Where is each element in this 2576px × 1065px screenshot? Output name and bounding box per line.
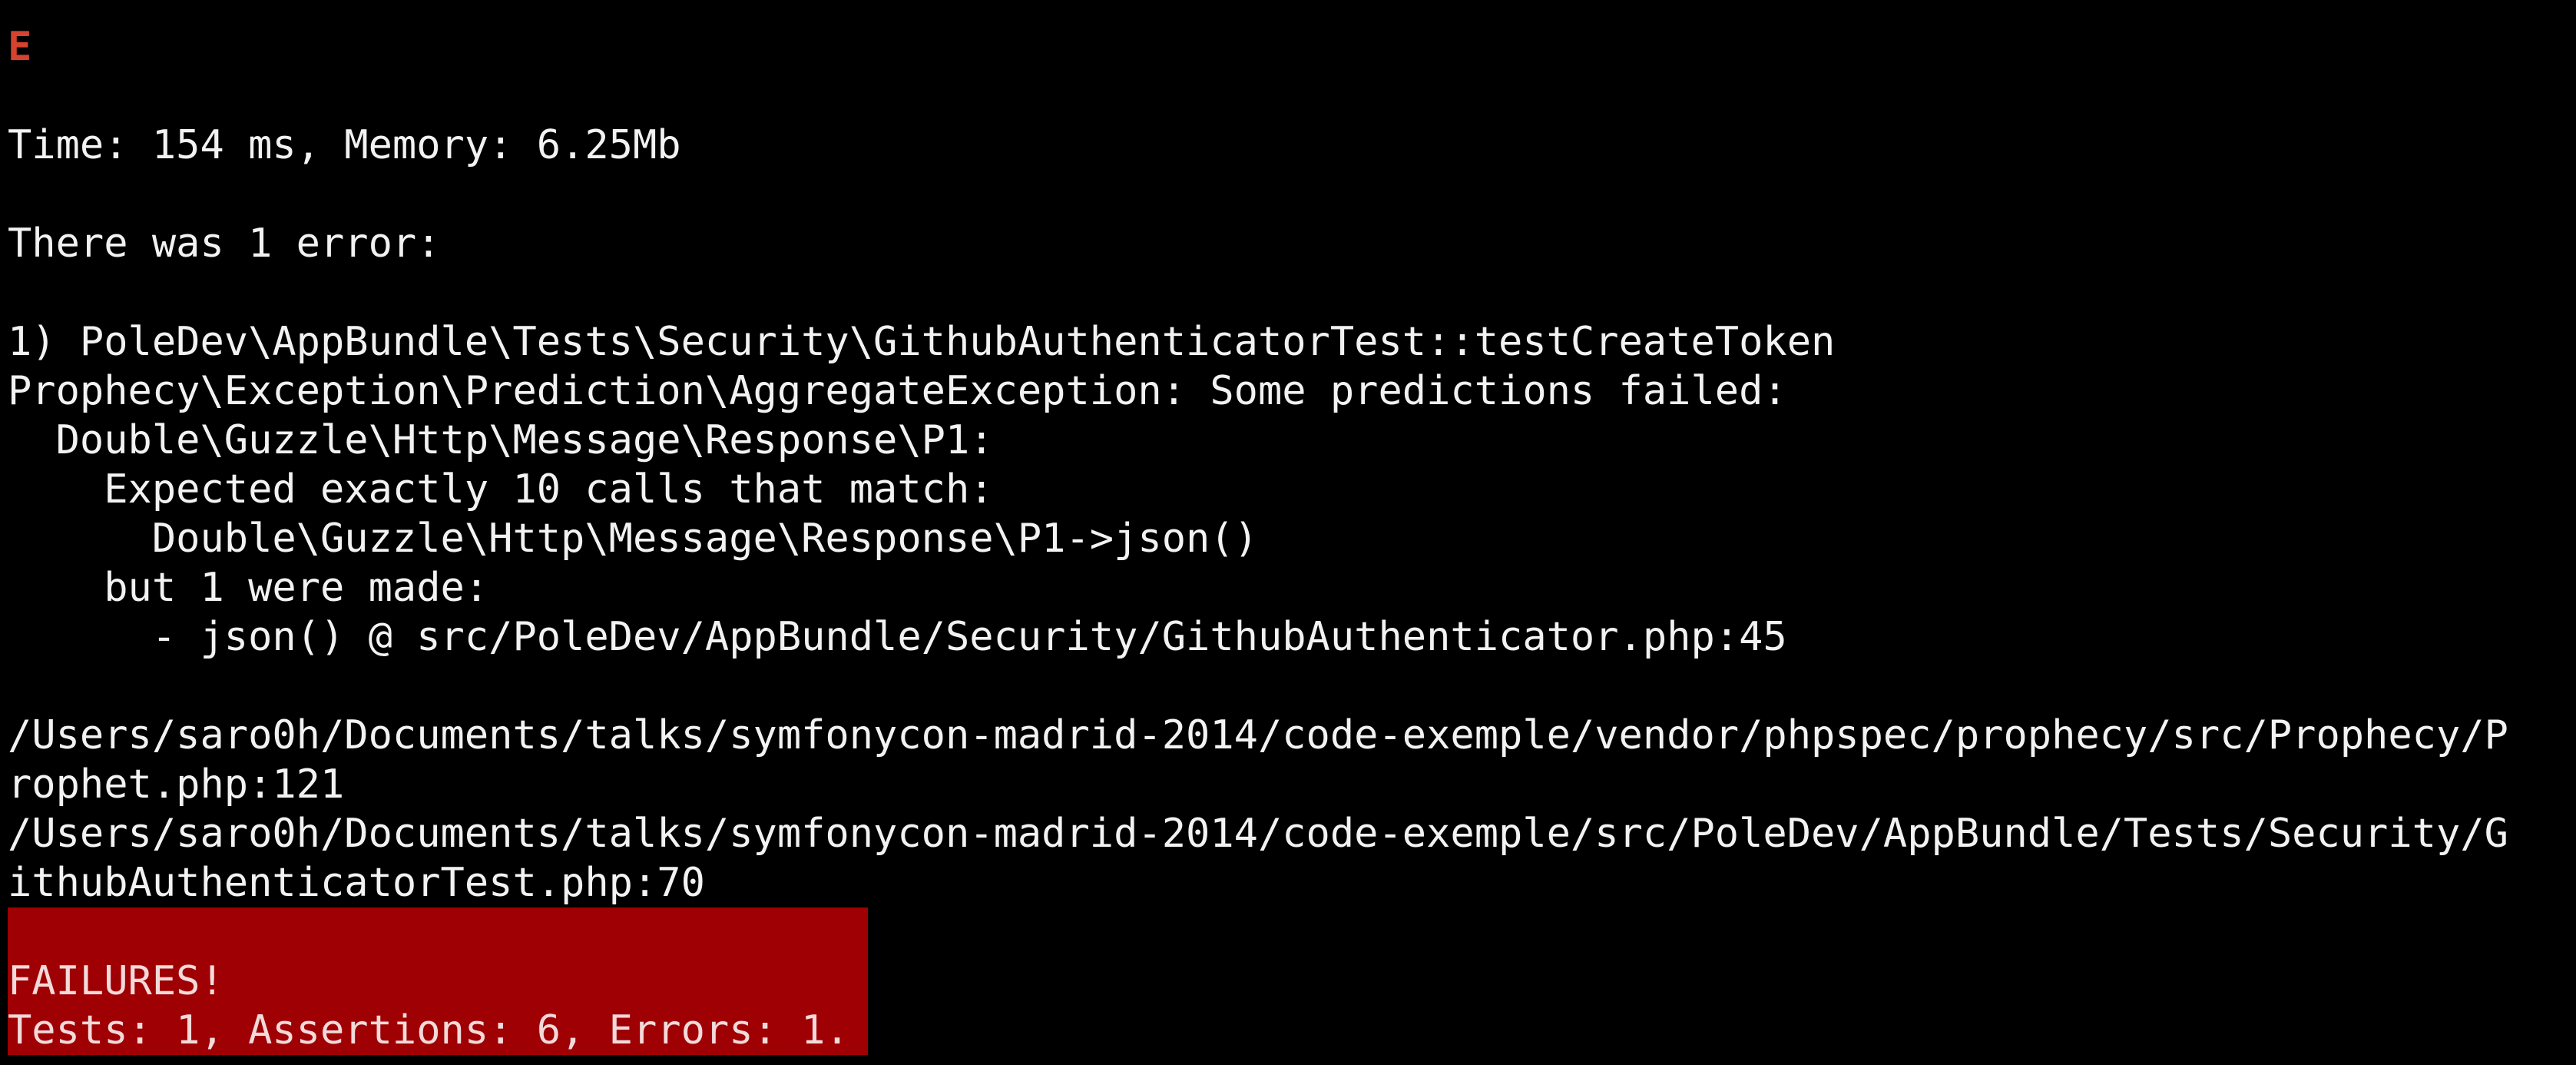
- error-expected: Expected exactly 10 calls that match:: [8, 466, 994, 513]
- timing-line: Time: 154 ms, Memory: 6.25Mb: [8, 122, 681, 168]
- trace-line: /Users/saro0h/Documents/talks/symfonycon…: [8, 712, 2508, 758]
- error-made-call: - json() @ src/PoleDev/AppBundle/Securit…: [8, 614, 1787, 660]
- trace-line: rophet.php:121: [8, 761, 345, 808]
- error-test-name: 1) PoleDev\AppBundle\Tests\Security\Gith…: [8, 319, 1836, 365]
- terminal-window: E Time: 154 ms, Memory: 6.25Mb There was…: [0, 0, 2576, 1065]
- test-status-indicator: E: [8, 24, 32, 70]
- error-header: There was 1 error:: [8, 221, 441, 267]
- error-exception: Prophecy\Exception\Prediction\AggregateE…: [8, 368, 1787, 414]
- trace-line: ithubAuthenticatorTest.php:70: [8, 860, 705, 906]
- trace-line: /Users/saro0h/Documents/talks/symfonycon…: [8, 811, 2508, 857]
- error-made: but 1 were made:: [8, 565, 489, 611]
- error-double: Double\Guzzle\Http\Message\Response\P1:: [8, 417, 994, 463]
- failures-title: FAILURES!: [8, 958, 224, 1004]
- error-expected-call: Double\Guzzle\Http\Message\Response\P1->…: [8, 516, 1258, 562]
- failures-counts: Tests: 1, Assertions: 6, Errors: 1.: [8, 1007, 849, 1053]
- failure-summary: FAILURES! Tests: 1, Assertions: 6, Error…: [8, 907, 868, 1055]
